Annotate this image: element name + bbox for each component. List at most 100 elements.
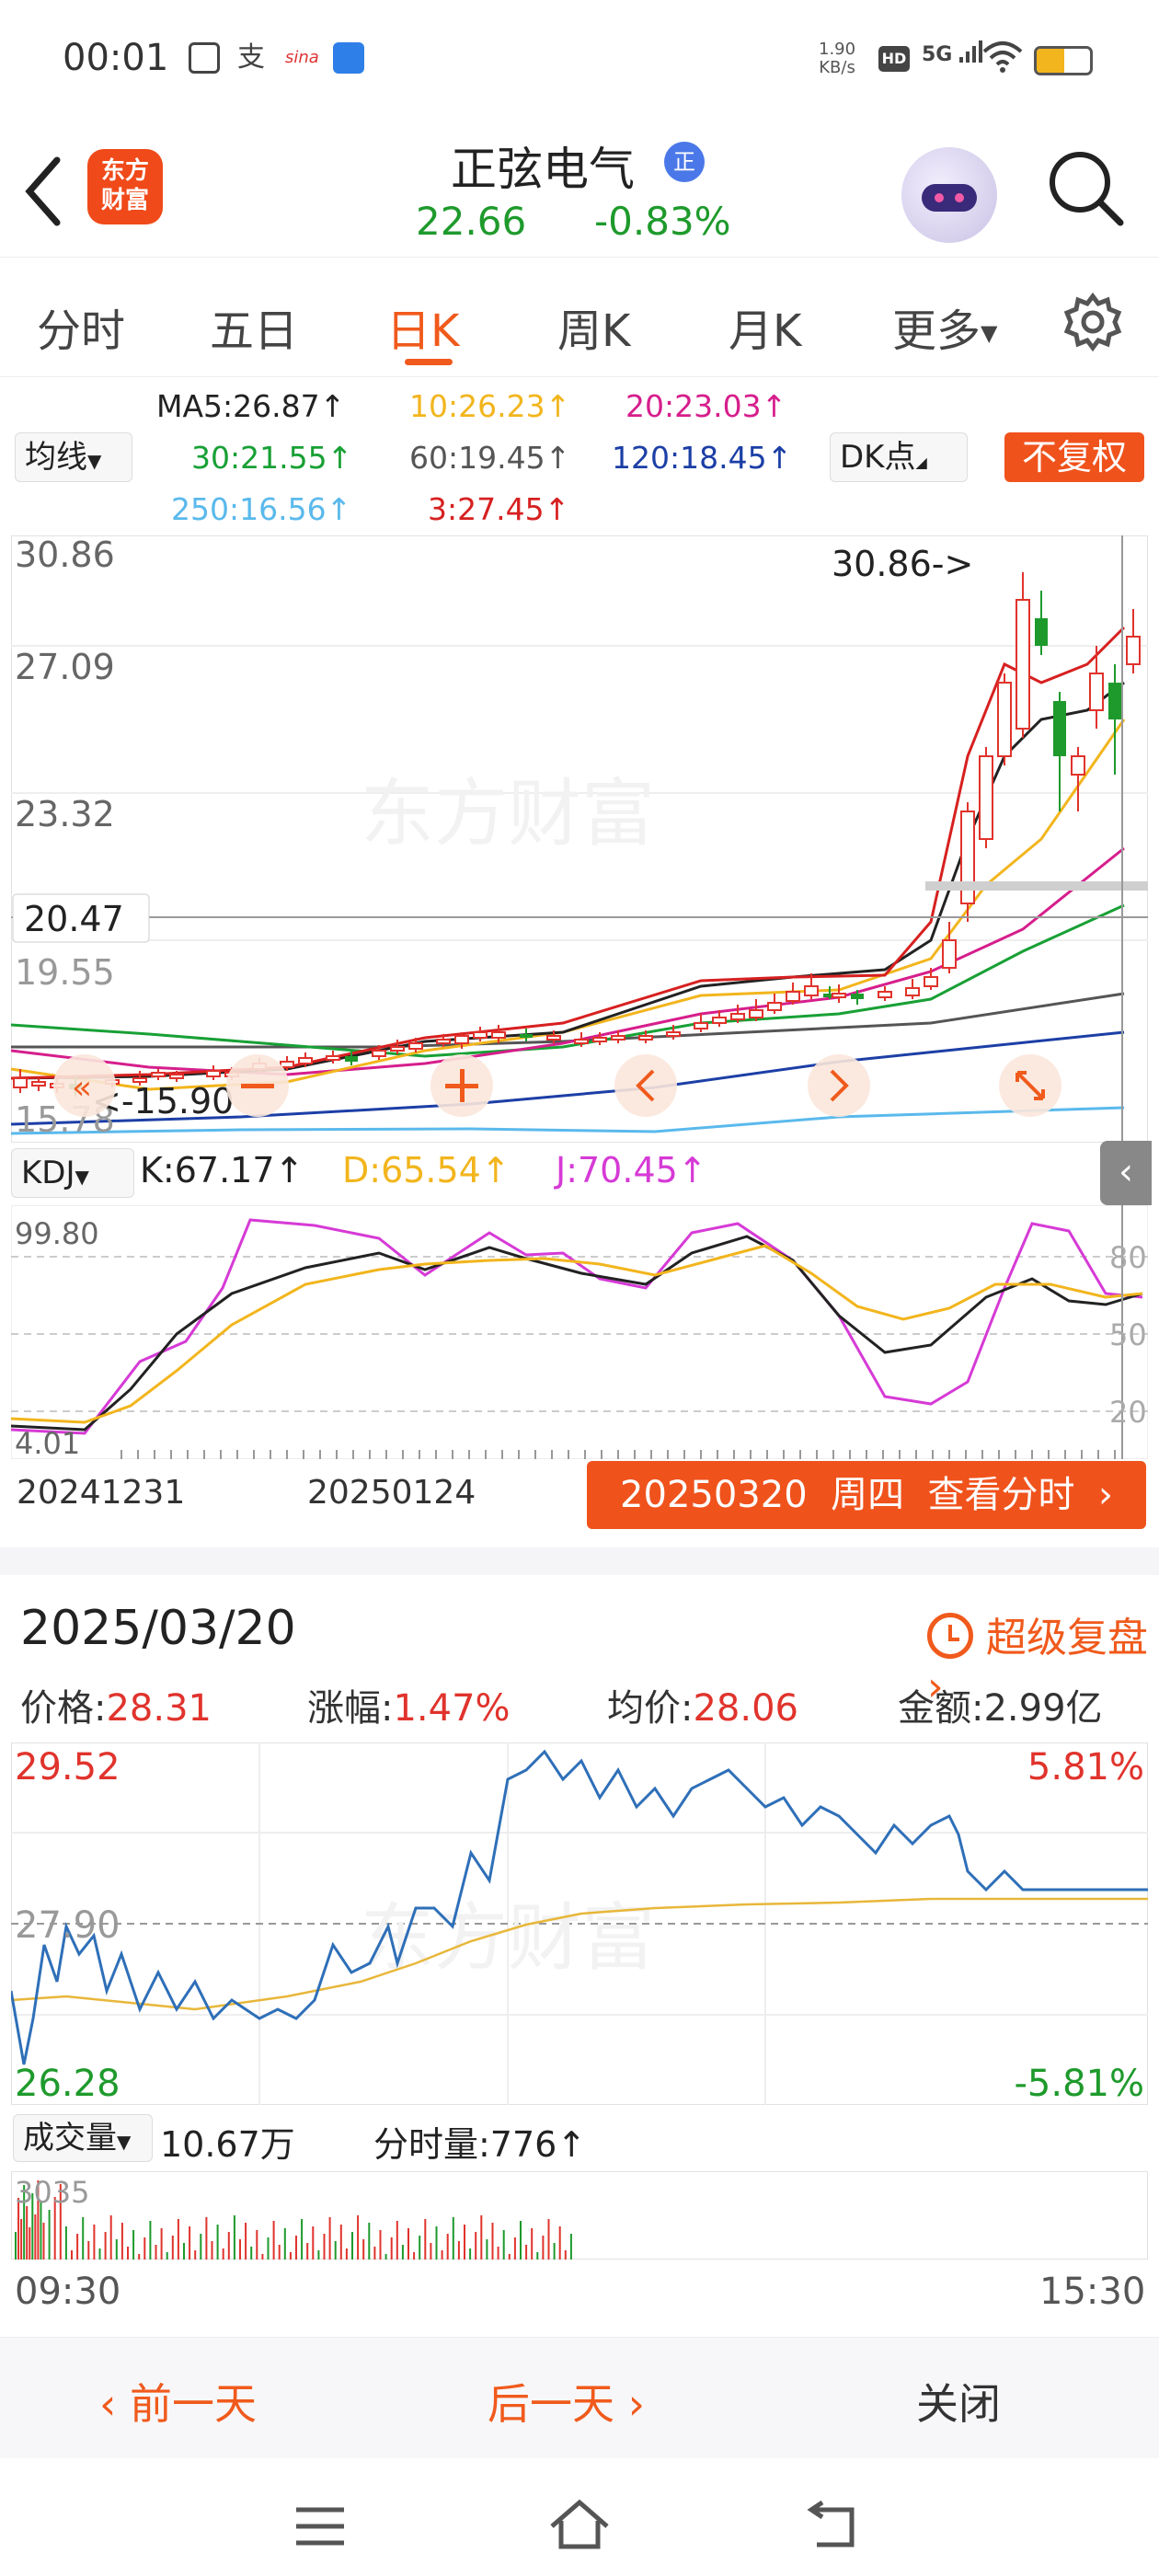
stock-name[interactable]: 正弦电气: [451, 132, 635, 199]
scroll-prev-icon[interactable]: [614, 1054, 677, 1117]
candle-body: [730, 1013, 745, 1020]
search-icon[interactable]: [1045, 147, 1128, 230]
candle-body: [31, 1081, 46, 1087]
ai-app-icon: [333, 42, 364, 74]
fullscreen-icon[interactable]: [999, 1054, 1061, 1117]
date-left: 20241231: [17, 1474, 186, 1512]
candle-body: [151, 1072, 166, 1077]
volume-bar: [87, 2241, 90, 2260]
volume-bar: [430, 2243, 432, 2260]
volume-bar: [272, 2221, 275, 2260]
candle-body: [326, 1055, 340, 1061]
menu-icon[interactable]: [293, 2504, 348, 2548]
kline-chart[interactable]: 东方财富 30.86 27.09 23.32 19.55 15.78 20.47…: [11, 535, 1148, 1143]
volume-axis-label: 3035: [15, 2175, 89, 2210]
prev-day-button[interactable]: ‹ 前一天: [99, 2371, 257, 2432]
volume-bar: [127, 2247, 129, 2260]
collapse-panel-button[interactable]: ‹: [1100, 1141, 1152, 1205]
tab-five-day[interactable]: 五日: [210, 294, 298, 359]
selected-date-button[interactable]: 20250320 周四 查看分时 ›: [587, 1461, 1146, 1529]
history-clock-icon: [927, 1613, 973, 1659]
kdj-k-value: K:67.17↑: [140, 1150, 304, 1190]
caret-down-icon: ▼: [117, 2131, 132, 2153]
scroll-next-icon[interactable]: [808, 1054, 870, 1117]
corner-caret-icon: ◢: [915, 454, 927, 471]
volume-bar: [464, 2225, 465, 2260]
zoom-in-icon[interactable]: [430, 1054, 493, 1117]
time-end: 15:30: [1039, 2271, 1146, 2313]
tab-intraday[interactable]: 分时: [37, 294, 125, 359]
close-button[interactable]: 关闭: [916, 2371, 1001, 2432]
candle-body: [473, 1031, 488, 1039]
app-notification-icon: [189, 42, 220, 74]
volume-bar: [227, 2232, 230, 2260]
next-day-button[interactable]: 后一天 ›: [488, 2371, 645, 2432]
day-date: 2025/03/20: [20, 1601, 296, 1656]
home-icon[interactable]: [546, 2497, 613, 2552]
candle-body: [924, 976, 938, 987]
date-mid: 20250124: [307, 1474, 476, 1512]
dk-point-select[interactable]: DK点◢: [830, 432, 968, 482]
volume-bar: [29, 2227, 31, 2260]
indicator-select[interactable]: 均线▼: [15, 432, 132, 482]
battery-icon: [1034, 46, 1093, 75]
volume-bar: [20, 2219, 23, 2260]
candle-body: [592, 1037, 607, 1042]
ma30-value: 30:21.55↑: [191, 440, 353, 476]
sina-icon: sina: [285, 48, 319, 67]
ma3-value: 3:27.45↑: [428, 491, 570, 527]
candle-body: [712, 1017, 727, 1024]
candle-body: [786, 991, 800, 1002]
volume-bar: [82, 2217, 85, 2260]
candle-body: [574, 1039, 589, 1044]
tab-more[interactable]: 更多▼: [892, 294, 997, 359]
kdj-bottom-label: 4.01: [15, 1426, 80, 1459]
volume-select[interactable]: 成交量▼: [13, 2114, 153, 2162]
candle-body: [997, 682, 1012, 757]
volume-bar: [502, 2230, 505, 2260]
candle-body: [749, 1009, 763, 1018]
volume-bar: [267, 2237, 270, 2260]
volume-bar: [155, 2245, 157, 2260]
candle-body: [546, 1035, 561, 1041]
tab-monthly-k[interactable]: 月K: [729, 294, 801, 359]
candle-body: [1053, 701, 1066, 756]
stock-header: 东方 财富 正弦电气 正 22.66 -0.83%: [0, 120, 1159, 258]
zoom-out-icon[interactable]: [226, 1054, 289, 1117]
back-icon[interactable]: [20, 155, 66, 228]
volume-bar: [283, 2228, 286, 2260]
app-root: { "status_bar": { "time": "00:01", "net_…: [0, 0, 1159, 2576]
volume-bar: [211, 2241, 213, 2260]
volume-bar: [245, 2223, 247, 2260]
intraday-pct-top: 5.81%: [1027, 1746, 1144, 1788]
volume-bar: [177, 2219, 179, 2260]
candle-body: [436, 1039, 451, 1044]
volume-bar: [435, 2226, 438, 2260]
candle-body: [905, 987, 920, 996]
tab-daily-k[interactable]: 日K: [386, 294, 459, 359]
kdj-right-20: 20: [1109, 1395, 1147, 1430]
system-nav-bar: [0, 2458, 1159, 2576]
candle-body: [1071, 755, 1085, 776]
no-adjust-button[interactable]: 不复权: [1004, 432, 1144, 482]
kdj-select[interactable]: KDJ▼: [11, 1148, 134, 1198]
kline-watermark: 东方财富: [361, 771, 655, 857]
volume-bar: [491, 2223, 494, 2260]
settings-gear-icon[interactable]: [1063, 293, 1122, 351]
volume-bar: [312, 2226, 315, 2260]
volume-bar: [256, 2230, 258, 2260]
tab-weekly-k[interactable]: 周K: [557, 294, 630, 359]
scroll-left-icon[interactable]: «: [53, 1054, 116, 1117]
back-nav-icon[interactable]: [804, 2501, 863, 2552]
ma250-value: 250:16.56↑: [171, 491, 352, 527]
volume-bar: [513, 2237, 516, 2260]
volume-bar: [40, 2202, 42, 2260]
volume-bar: [536, 2252, 539, 2260]
volume-bar: [48, 2210, 51, 2260]
eastmoney-logo[interactable]: 东方 财富: [87, 149, 163, 224]
resistance-band: [925, 881, 1148, 891]
y-label-3: 23.32: [15, 794, 115, 834]
ai-assistant-icon[interactable]: [901, 147, 997, 243]
intraday-pct-bottom: -5.81%: [1014, 2063, 1144, 2105]
volume-bar: [115, 2239, 118, 2260]
